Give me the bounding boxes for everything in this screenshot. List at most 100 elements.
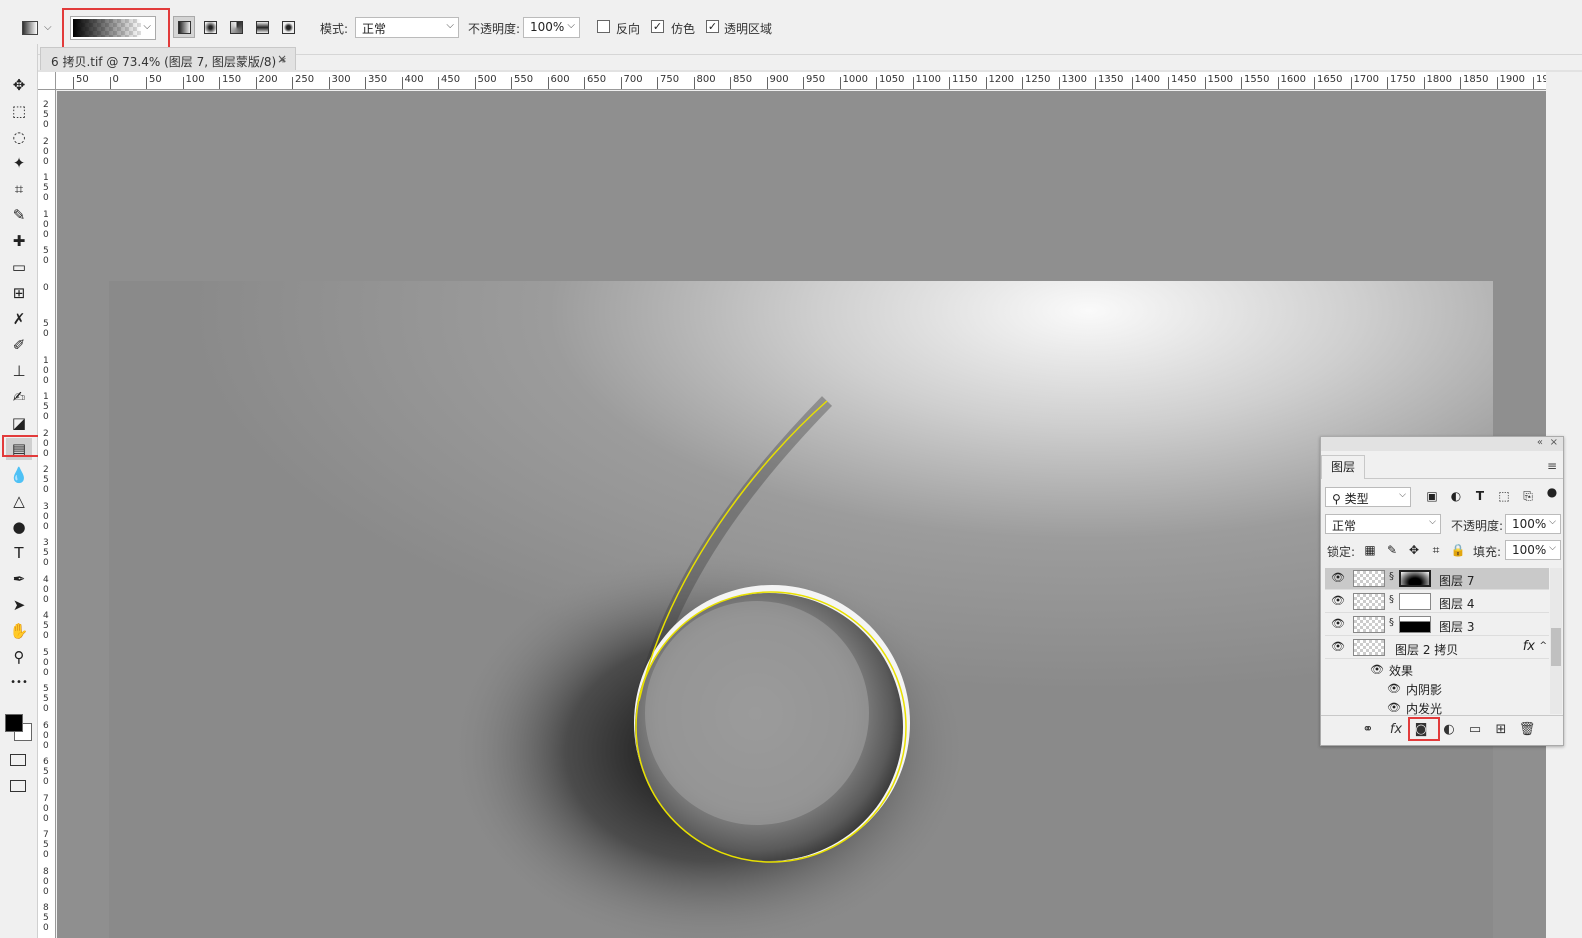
layer-opacity-input[interactable]: 100% ⌵ [1505,514,1561,534]
transparency-checkbox[interactable]: ✓ [706,20,719,33]
new-layer-icon[interactable]: ⊞ [1492,722,1510,737]
layer-mask-thumbnail[interactable] [1399,570,1431,587]
ruler-label: 200 [258,74,278,85]
eyedropper-tool-icon[interactable]: ✎ [6,204,32,226]
ruler-origin[interactable] [38,72,56,90]
lock-artboard-icon[interactable]: ⌗ [1428,543,1444,558]
document-canvas[interactable] [109,281,1493,938]
layer-row[interactable]: 👁 图层 2 拷贝 fx ^ [1325,637,1549,659]
brush-tool-icon[interactable]: ✐ [6,334,32,356]
vertical-ruler[interactable]: 2502001501005005010015020025030035040045… [38,90,56,938]
more-tools-icon[interactable]: ••• [6,672,32,694]
reverse-checkbox[interactable] [597,20,610,33]
filter-kind-select[interactable]: ⚲ 类型 ⌵ [1325,487,1411,507]
panel-menu-icon[interactable]: ≡ [1547,459,1557,473]
opacity-input[interactable]: 100% ⌵ [523,17,580,38]
screen-mode-icon[interactable] [10,780,26,792]
path-selection-tool-icon[interactable]: ➤ [6,594,32,616]
lock-transparent-icon[interactable]: ▦ [1362,543,1378,557]
ruler-label: 150 [222,74,242,85]
hand-tool-icon[interactable]: ✋ [6,620,32,642]
dither-checkbox[interactable]: ✓ [651,20,664,33]
marquee-tool-icon[interactable]: ⬚ [6,100,32,122]
content-aware-move-tool-icon[interactable]: ✗ [6,308,32,330]
dodge-tool-icon[interactable]: ● [6,516,32,538]
visibility-eye-icon[interactable]: 👁 [1331,640,1345,653]
reflected-gradient-button[interactable] [251,16,273,38]
artwork [449,396,969,938]
layer-opacity-value: 100% [1512,517,1547,531]
eraser-tool-icon[interactable]: ◪ [6,412,32,434]
type-tool-icon[interactable]: T [6,542,32,564]
filter-toggle-icon[interactable]: ● [1544,485,1560,499]
effects-label: 效果 [1389,664,1414,678]
filter-shape-icon[interactable]: ⬚ [1496,489,1512,503]
visibility-eye-icon[interactable]: 👁 [1331,594,1345,607]
filter-smart-object-icon[interactable]: ⎘ [1520,489,1536,504]
healing-brush-tool-icon[interactable]: ✚ [6,230,32,252]
clone-stamp-tool-icon[interactable]: ⊥ [6,360,32,382]
visibility-eye-icon[interactable]: 👁 [1331,617,1345,630]
fx-icon[interactable]: fx [1523,639,1535,654]
visibility-eye-icon[interactable]: 👁 [1331,571,1345,584]
layer-row[interactable]: 👁 § 图层 4 [1325,591,1549,613]
visibility-eye-icon[interactable]: 👁 [1387,701,1401,714]
frame-tool-icon[interactable]: ⊞ [6,282,32,304]
crop-tool-icon[interactable]: ⌗ [6,178,32,200]
zoom-tool-icon[interactable]: ⚲ [6,646,32,668]
quick-mask-icon[interactable] [10,754,26,766]
ruler-label: 50 [149,74,162,85]
magic-wand-tool-icon[interactable]: ✦ [6,152,32,174]
sharpen-tool-icon[interactable]: △ [6,490,32,512]
close-icon[interactable]: × [1550,437,1558,448]
layer-row[interactable]: 👁 § 图层 3 [1325,614,1549,636]
adjustment-icon[interactable]: ◐ [1440,722,1458,737]
panel-title-bar[interactable]: « × [1321,437,1563,451]
chevron-down-icon[interactable]: ⌵ [567,20,575,31]
filter-pixel-icon[interactable]: ▣ [1424,489,1440,503]
lock-position-icon[interactable]: ✥ [1406,543,1422,557]
horizontal-ruler[interactable]: 50 0 50 100 150 200 250 300 350 400 450 500 550 600 65… [56,72,1546,90]
close-icon[interactable]: × [277,52,287,66]
fx-icon[interactable]: fx [1387,722,1405,737]
filter-type-icon[interactable]: T [1472,489,1488,503]
fill-input[interactable]: 100% ⌵ [1505,540,1561,560]
history-brush-tool-icon[interactable]: ✍ [6,386,32,408]
scroll-thumb[interactable] [1551,628,1561,666]
lock-all-icon[interactable]: 🔒 [1450,543,1466,557]
tab-layers[interactable]: 图层 [1321,455,1365,479]
trash-icon[interactable]: 🗑 [1518,722,1536,737]
angle-gradient-button[interactable] [225,16,247,38]
group-icon[interactable]: ▭ [1466,722,1484,737]
collapse-chevron-icon[interactable]: ^ [1539,641,1547,651]
effect-item[interactable]: 内阴影 [1406,681,1442,698]
visibility-eye-icon[interactable]: 👁 [1370,663,1384,676]
layers-scrollbar[interactable] [1550,568,1562,714]
move-tool-icon[interactable]: ✥ [6,74,32,96]
foreground-color-swatch[interactable] [5,714,23,732]
layer-mask-thumbnail[interactable] [1399,593,1431,610]
ruler-label: 800 [43,866,49,897]
layer-row[interactable]: 👁 § 图层 7 [1325,568,1549,590]
linear-gradient-button[interactable] [173,16,195,38]
visibility-eye-icon[interactable]: 👁 [1387,682,1401,695]
pen-tool-icon[interactable]: ✒ [6,568,32,590]
patch-tool-icon[interactable]: ▭ [6,256,32,278]
link-icon[interactable]: ⚭ [1359,722,1377,737]
blend-mode-select[interactable]: 正常 ⌵ [1325,514,1441,534]
chain-link-icon[interactable]: § [1389,617,1394,628]
filter-adjustment-icon[interactable]: ◐ [1448,489,1464,503]
chain-link-icon[interactable]: § [1389,594,1394,605]
radial-gradient-button[interactable] [199,16,221,38]
lasso-tool-icon[interactable]: ◌ [6,126,32,148]
chain-link-icon[interactable]: § [1389,571,1394,582]
document-tab[interactable]: 6 拷贝.tif @ 73.4% (图层 7, 图层蒙版/8) * × [40,47,296,71]
mode-select[interactable]: 正常 ⌵ [355,17,459,38]
collapse-icon[interactable]: « [1537,437,1543,448]
tool-preset-picker[interactable]: ⌵ [18,19,54,39]
diamond-gradient-button[interactable] [277,16,299,38]
lock-image-icon[interactable]: ✎ [1384,543,1400,557]
blur-tool-icon[interactable]: 💧 [6,464,32,486]
ruler-label: 1100 [915,74,941,85]
layer-mask-thumbnail[interactable] [1399,616,1431,633]
